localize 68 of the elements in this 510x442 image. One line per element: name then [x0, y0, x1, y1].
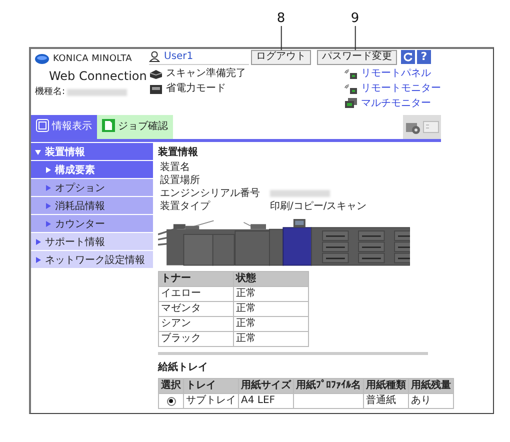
model-label: 機種名:	[35, 87, 66, 98]
status-text: 省電力モード	[166, 82, 226, 94]
column-header: 用紙ﾌﾟﾛﾌｧｲﾙ名	[294, 378, 364, 394]
column-header: 用紙残量	[408, 378, 454, 394]
tab[interactable]: ジョブ確認	[97, 115, 173, 139]
table-cell: A4 LEF	[238, 394, 294, 408]
logout-button[interactable]: ログアウト	[251, 50, 311, 64]
column-header: 用紙サイズ	[238, 378, 294, 394]
triangle-icon	[35, 256, 41, 262]
sidebar-item[interactable]: 装置情報	[31, 143, 153, 160]
status-text: スキャン準備完了	[166, 68, 246, 80]
callout-number: 9	[350, 12, 360, 50]
refresh-icon[interactable]	[401, 50, 415, 64]
column-header: 選択	[158, 378, 184, 394]
sidebar-item[interactable]: カウンター	[31, 215, 153, 232]
table-cell: 正常	[234, 286, 308, 302]
info-icon	[36, 119, 49, 132]
callout-number: 8	[276, 12, 286, 50]
monitor-link[interactable]: リモートパネル	[361, 67, 431, 80]
brand-name: KONICA MINOLTA	[53, 54, 132, 65]
sidebar-item[interactable]: サポート情報	[31, 233, 153, 250]
info-label: 装置名	[160, 162, 191, 174]
triangle-icon	[45, 220, 51, 226]
radio-button[interactable]	[166, 396, 176, 406]
table-cell: イエロー	[158, 286, 234, 302]
section-title: 給紙トレイ	[158, 362, 208, 374]
sidebar-item[interactable]: 消耗品情報	[31, 197, 153, 214]
column-header: トレイ	[184, 378, 238, 394]
triangle-icon	[45, 202, 51, 208]
table-cell: サブトレイ	[184, 394, 238, 408]
logo-icon	[35, 54, 49, 64]
table-cell: あり	[408, 394, 454, 408]
table-cell: 正常	[234, 302, 308, 316]
triangle-icon	[45, 184, 51, 190]
sidebar-item[interactable]: 構成要素	[31, 161, 153, 178]
sidebar-item[interactable]: オプション	[31, 179, 153, 196]
user-name: User1	[164, 50, 194, 62]
password-button[interactable]: パスワード変更	[317, 50, 397, 64]
table-cell: 正常	[234, 316, 308, 332]
monitors-icon	[344, 98, 358, 109]
monitor-link[interactable]: マルチモニター	[361, 97, 431, 110]
tab[interactable]: 情報表示	[31, 115, 97, 139]
table-cell: 普通紙	[364, 394, 408, 408]
info-label: エンジンシリアル番号	[160, 188, 261, 200]
table-cell: シアン	[158, 316, 234, 332]
table-cell: 正常	[234, 332, 308, 346]
wireless-device-icon	[344, 84, 358, 94]
column-header: 状態	[234, 272, 308, 286]
info-label: 装置タイプ	[160, 200, 212, 212]
table-cell: ブラック	[158, 332, 234, 346]
triangle-icon	[45, 166, 51, 172]
triangle-icon	[35, 148, 41, 154]
triangle-icon	[35, 238, 41, 244]
help-button[interactable]: ?	[417, 50, 431, 64]
printer-icon	[149, 82, 163, 94]
info-value: 印刷/コピー/スキャン	[270, 200, 367, 212]
section-title: 装置情報	[158, 147, 198, 159]
product-name: Web Connection	[48, 68, 148, 84]
column-header: 用紙種類	[364, 378, 408, 394]
table-cell: マゼンタ	[158, 302, 234, 316]
sidebar-item[interactable]: ネットワーク設定情報	[31, 251, 153, 268]
column-header: トナー	[158, 272, 234, 286]
info-label: 設置場所	[160, 174, 201, 186]
document-icon	[102, 119, 115, 132]
monitor-link[interactable]: リモートモニター	[361, 82, 441, 95]
user-icon	[149, 51, 160, 62]
scanner-icon	[149, 68, 163, 78]
wireless-device-icon	[344, 68, 358, 78]
